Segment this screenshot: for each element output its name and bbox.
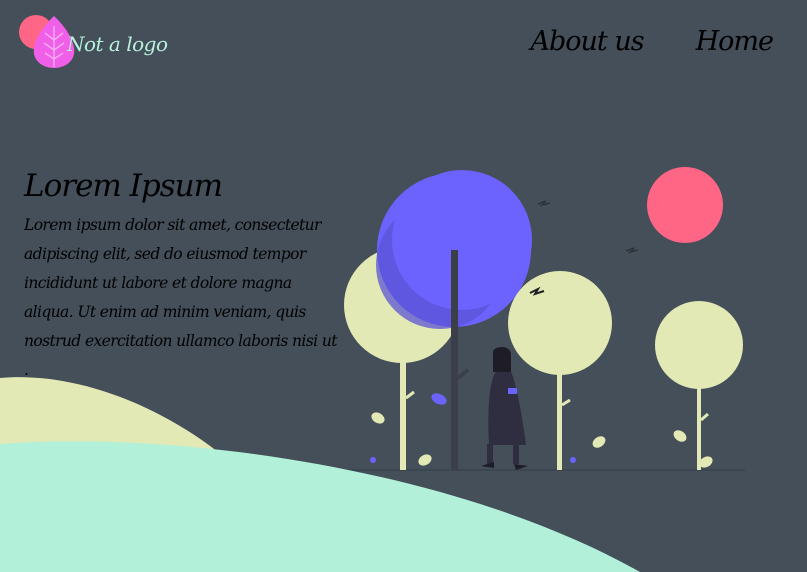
falling-leaf [418, 454, 432, 466]
bird [529, 286, 545, 296]
logo[interactable]: Not a logo [18, 12, 168, 72]
falling-leaf [371, 412, 385, 424]
nav-home-link[interactable]: Home [696, 26, 774, 66]
falling-leaf [699, 456, 713, 468]
walking-person [481, 347, 528, 470]
hero-title: Lorem Ipsum [24, 168, 223, 204]
flower [570, 457, 576, 463]
falling-leaf [673, 430, 687, 442]
main-nav: About us Home [531, 26, 775, 66]
hero-body: Lorem ipsum dolor sit amet, consectetur … [24, 216, 337, 379]
bird [537, 200, 551, 207]
front-hill [0, 441, 640, 572]
tree-pale-middle [508, 271, 612, 470]
tree-purple [376, 170, 532, 470]
back-hill [0, 377, 250, 572]
nav-about-us-link[interactable]: About us [531, 26, 645, 66]
tree-pale-right [655, 301, 743, 470]
falling-leaf [431, 393, 447, 405]
tree-pale-left [344, 247, 460, 470]
bird [625, 247, 639, 254]
sun [647, 167, 723, 243]
falling-leaf [592, 436, 606, 448]
flower [370, 457, 376, 463]
logo-text: Not a logo [67, 32, 168, 56]
